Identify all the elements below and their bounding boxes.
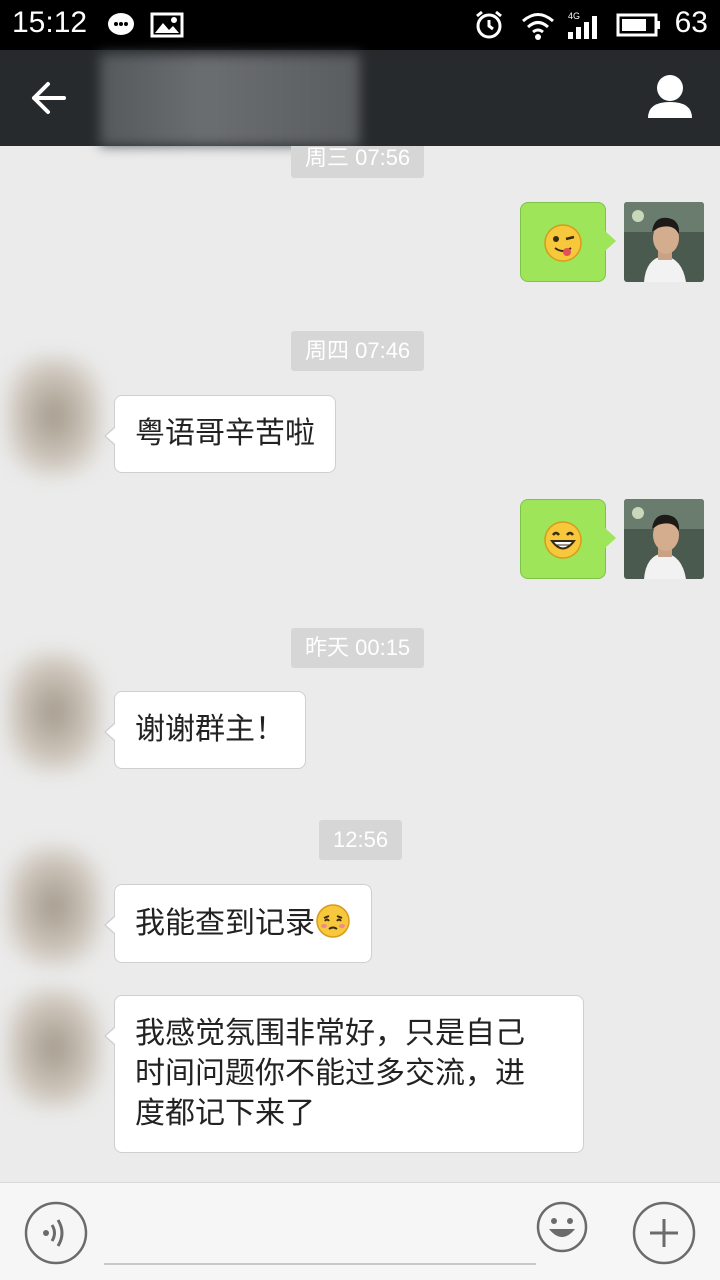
sender-avatar[interactable] (6, 988, 102, 1108)
my-message-bubble[interactable] (520, 499, 616, 579)
timestamp: 周四 07:46 (291, 331, 425, 371)
their-message-bubble[interactable]: 我感觉氛围非常好，只是自己 时间问题你不能过多交流，进 度都记下来了 (104, 995, 584, 1153)
sender-avatar[interactable] (6, 652, 102, 772)
alarm-icon (476, 10, 502, 39)
person-icon (648, 75, 692, 118)
chat-header (0, 50, 720, 146)
their-message-bubble[interactable]: 我能查到记录 (104, 884, 372, 963)
grin-emoji-icon (544, 521, 582, 559)
sender-avatar[interactable] (6, 846, 102, 966)
my-avatar[interactable] (624, 499, 704, 579)
avatar-photo-icon (624, 499, 704, 579)
my-message-bubble[interactable] (520, 202, 616, 282)
timestamp: 12:56 (319, 820, 403, 860)
timestamp: 周三 07:56 (291, 146, 425, 178)
smiley-icon (536, 1201, 588, 1253)
network-type: 4G (568, 11, 580, 21)
battery-icon (616, 13, 660, 37)
message-bubble-icon (108, 13, 134, 35)
message-line: 时间问题你不能过多交流，进 (135, 1056, 525, 1091)
arrow-left-icon (32, 82, 66, 114)
message-input[interactable] (104, 1203, 536, 1265)
contact-info-button[interactable] (632, 60, 708, 136)
status-time: 15:12 (12, 6, 88, 39)
back-button[interactable] (0, 50, 98, 146)
wink-tongue-emoji-icon (544, 224, 582, 262)
their-message-bubble[interactable]: 粤语哥辛苦啦 (104, 395, 336, 473)
input-bar (0, 1182, 720, 1280)
wifi-icon (522, 13, 554, 40)
image-icon (150, 12, 184, 38)
battery-percent: 63 (674, 6, 708, 39)
message-line: 度都记下来了 (135, 1096, 315, 1131)
message-line: 我感觉氛围非常好，只是自己 (135, 1016, 525, 1051)
status-bar: 15:12 4G 63 (0, 0, 720, 50)
signal-icon: 4G (568, 11, 597, 39)
chat-title (100, 54, 360, 146)
timestamp: 昨天 00:15 (291, 628, 425, 668)
plus-icon (632, 1201, 696, 1265)
blush-emoji-icon (316, 904, 350, 938)
voice-button[interactable] (24, 1201, 88, 1265)
my-avatar[interactable] (624, 202, 704, 282)
chat-messages[interactable]: 周三 07:56 周四 07:46 粤语哥辛苦啦 昨天 00:15 谢谢群主！ … (0, 146, 720, 1182)
emoji-button[interactable] (536, 1201, 588, 1253)
their-message-bubble[interactable]: 谢谢群主！ (104, 691, 306, 769)
message-text: 我能查到记录 (135, 906, 315, 941)
sender-avatar[interactable] (6, 356, 102, 476)
voice-icon (24, 1201, 88, 1265)
avatar-photo-icon (624, 202, 704, 282)
more-options-button[interactable] (632, 1201, 696, 1265)
